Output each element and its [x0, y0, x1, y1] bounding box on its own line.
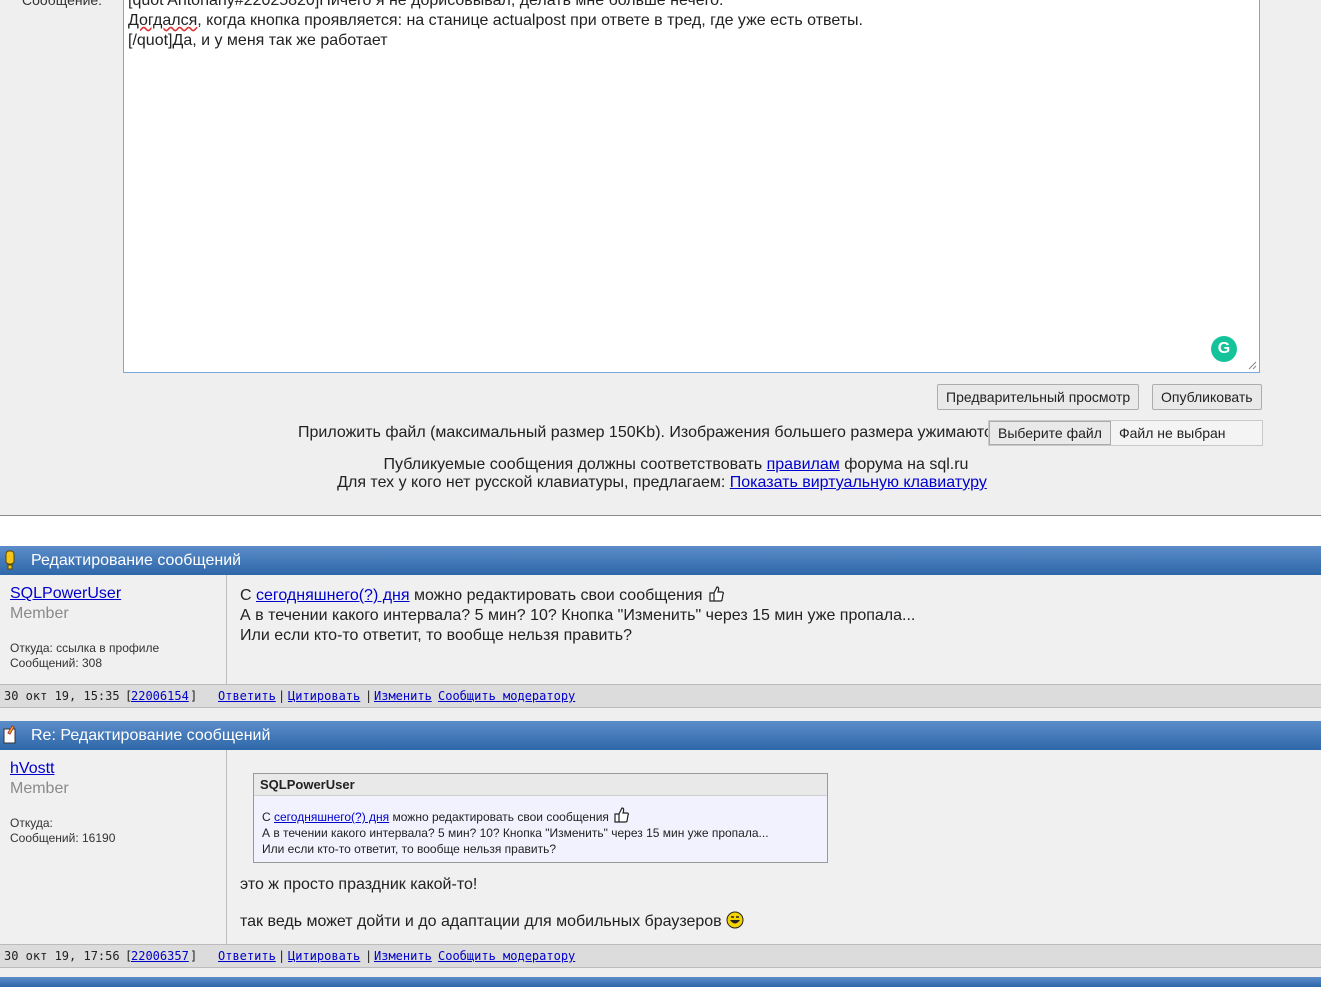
post-header: Re: Редактирование сообщений: [0, 721, 1321, 750]
author-location: Откуда: ссылка в профиле: [10, 641, 160, 655]
quote-link[interactable]: Цитировать: [288, 685, 360, 707]
editor-line: Догдался, когда кнопка проявляется: на с…: [128, 12, 863, 29]
quote-post-link[interactable]: сегодняшнего(?) дня: [274, 810, 389, 824]
author-post-count: Сообщений: 308: [10, 656, 103, 670]
post-footer: 30 окт 19, 15:35 [ 22006154 ] Ответить |…: [0, 684, 1321, 708]
file-status: Файл не выбран: [1119, 425, 1226, 441]
quote-block: SQLPowerUser С сегодняшнего(?) дня можно…: [253, 773, 828, 863]
post-author-panel: hVostt Member Откуда: Сообщений: 16190: [0, 750, 227, 944]
edit-link[interactable]: Изменить: [374, 945, 432, 967]
editor-line: [/quot]Да, и у меня так же работает: [128, 32, 388, 49]
separator: [0, 516, 1321, 546]
post-author-panel: SQLPowerUser Member Откуда: ссылка в про…: [0, 575, 227, 684]
quote-text: С сегодняшнего(?) дня можно редактироват…: [262, 806, 769, 857]
topic-icon: [5, 550, 15, 570]
quote-link[interactable]: Цитировать: [288, 945, 360, 967]
publish-button[interactable]: Опубликовать: [1152, 384, 1262, 410]
message-label: Сообщение:: [22, 0, 103, 8]
post-date: 30 окт 19, 15:35: [4, 689, 120, 703]
resize-handle-icon[interactable]: [1247, 360, 1257, 370]
post-content: С сегодняшнего(?) дня можно редактироват…: [240, 586, 916, 644]
post-title: Редактирование сообщений: [31, 552, 242, 569]
message-textarea[interactable]: [quot Antonariy#22025820]Ничего я не дор…: [123, 0, 1260, 373]
thumbs-up-icon: [614, 807, 630, 823]
rules-link[interactable]: правилам: [767, 456, 840, 473]
post-content: это ж просто праздник какой-то! так ведь…: [240, 875, 744, 932]
report-link[interactable]: Сообщить модератору: [438, 945, 575, 967]
author-link[interactable]: SQLPowerUser: [10, 585, 121, 603]
post-id-link[interactable]: 22006154: [131, 685, 189, 707]
post: SQLPowerUser Member Откуда: ссылка в про…: [0, 575, 1321, 684]
report-link[interactable]: Сообщить модератору: [438, 685, 575, 707]
virtual-keyboard-link[interactable]: Показать виртуальную клавиатуру: [730, 474, 987, 491]
thumbs-up-icon: [709, 586, 725, 602]
author-location: Откуда:: [10, 816, 53, 830]
author-role: Member: [10, 780, 69, 797]
rules-notice: Публикуемые сообщения должны соответство…: [383, 456, 969, 473]
reply-link[interactable]: Ответить: [218, 685, 276, 707]
quote-author: SQLPowerUser: [254, 774, 827, 796]
author-role: Member: [10, 605, 69, 622]
post-footer: 30 окт 19, 17:56 [ 22006357 ] Ответить |…: [0, 944, 1321, 968]
post-header: Редактирование сообщений: [0, 546, 1321, 575]
post-title: Re: Редактирование сообщений: [31, 727, 271, 744]
author-post-count: Сообщений: 16190: [10, 831, 116, 845]
post-id-link[interactable]: 22006357: [131, 945, 189, 967]
author-link[interactable]: hVostt: [10, 760, 54, 778]
preview-button[interactable]: Предварительный просмотр: [937, 384, 1140, 410]
choose-file-button[interactable]: Выберите файл: [989, 421, 1111, 445]
reply-form: Сообщение: [quot Antonariy#22025820]Ниче…: [0, 0, 1321, 516]
new-post-icon: [3, 725, 16, 744]
file-input[interactable]: Выберите файл Файл не выбран: [988, 420, 1263, 446]
attach-file-label: Приложить файл (максимальный размер 150K…: [298, 424, 1006, 441]
grammarly-icon[interactable]: G: [1211, 336, 1237, 362]
reply-link[interactable]: Ответить: [218, 945, 276, 967]
edit-link[interactable]: Изменить: [374, 685, 432, 707]
post: hVostt Member Откуда: Сообщений: 16190 S…: [0, 750, 1321, 944]
misspelled-word: Догдался: [128, 12, 198, 29]
post-link[interactable]: сегодняшнего(?) дня: [256, 587, 410, 604]
keyboard-notice: Для тех у кого нет русской клавиатуры, п…: [337, 474, 987, 491]
next-post-header: [0, 977, 1321, 987]
laughing-smiley-icon: [726, 911, 744, 929]
post-date: 30 окт 19, 17:56: [4, 949, 120, 963]
editor-line: [quot Antonariy#22025820]Ничего я не дор…: [128, 0, 724, 9]
